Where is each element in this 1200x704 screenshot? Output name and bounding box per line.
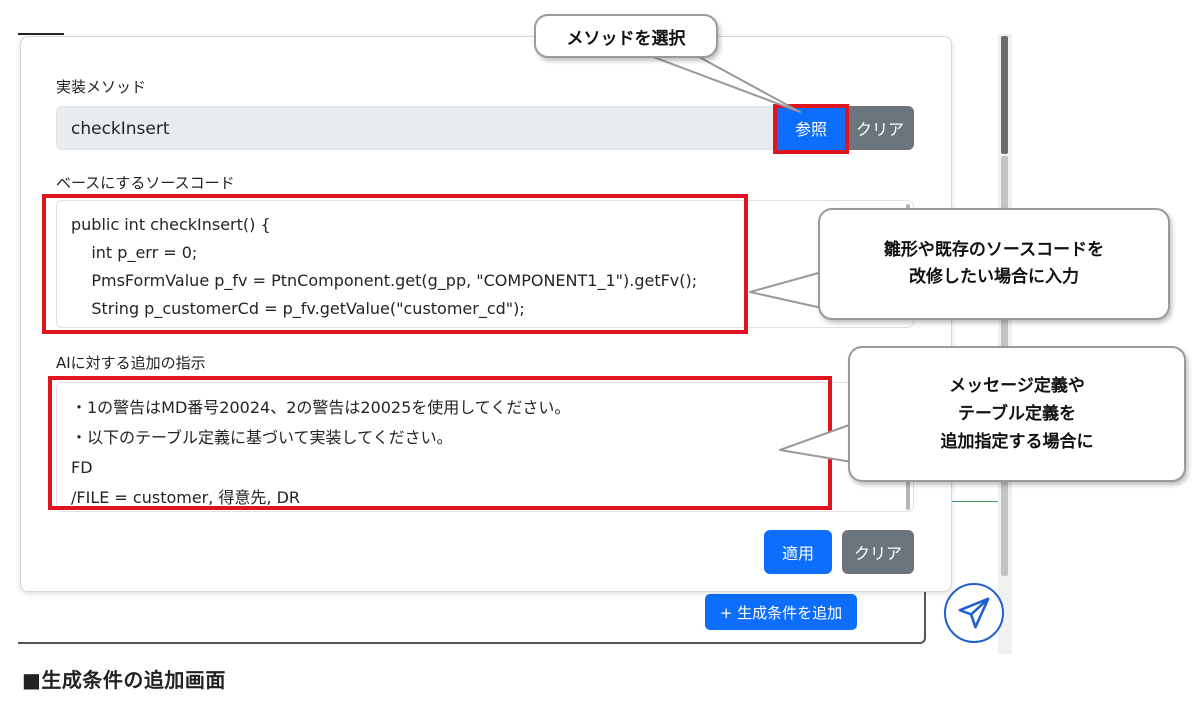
callout-select-method-text: メソッドを選択	[566, 28, 686, 49]
callout-text-line: 追加指定する場合に	[940, 432, 1094, 452]
callout-select-method: メソッドを選択	[534, 14, 718, 58]
callout-modify-source: 雛形や既存のソースコードを 改修したい場合に入力	[818, 208, 1170, 320]
callout-text-line: テーブル定義を	[958, 404, 1076, 424]
callout-text-line: メッセージ定義や	[949, 376, 1085, 396]
callout-add-definitions: メッセージ定義や テーブル定義を 追加指定する場合に	[848, 346, 1186, 482]
figure-caption: ■生成条件の追加画面	[22, 668, 226, 692]
callout-text-line: 雛形や既存のソースコードを	[883, 240, 1105, 260]
callout-text-line: 改修したい場合に入力	[909, 267, 1079, 287]
